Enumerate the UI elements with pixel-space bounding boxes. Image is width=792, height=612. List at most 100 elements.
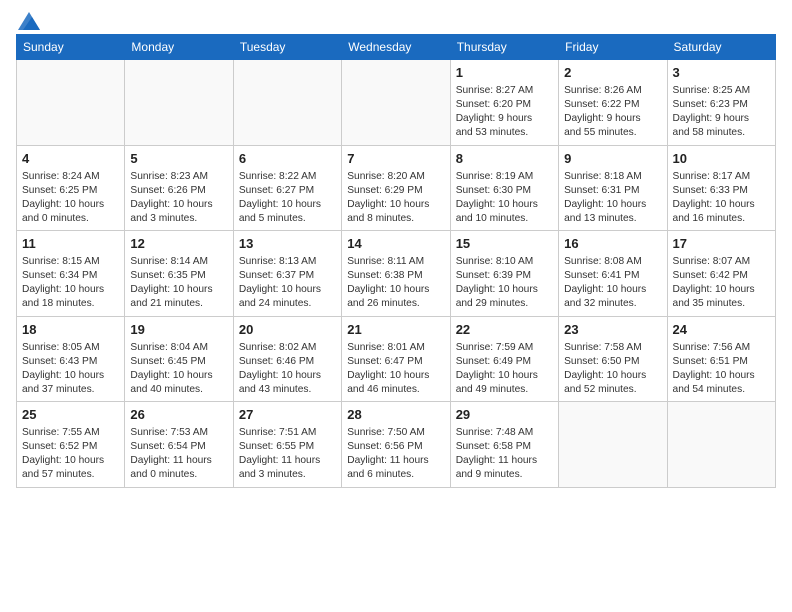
calendar-cell: 9Sunrise: 8:18 AM Sunset: 6:31 PM Daylig… xyxy=(559,145,667,231)
logo xyxy=(16,12,40,26)
day-info: Sunrise: 8:08 AM Sunset: 6:41 PM Dayligh… xyxy=(564,255,661,311)
calendar-cell: 26Sunrise: 7:53 AM Sunset: 6:54 PM Dayli… xyxy=(125,402,233,488)
day-info: Sunrise: 8:27 AM Sunset: 6:20 PM Dayligh… xyxy=(456,84,553,140)
day-number: 25 xyxy=(22,406,119,424)
calendar-cell xyxy=(233,60,341,146)
calendar-cell: 19 Sunrise: 8:04 AM Sunset: 6:45 PM Dayli… xyxy=(125,316,233,402)
calendar-cell xyxy=(559,402,667,488)
day-info: Sunrise: 7:56 AM Sunset: 6:51 PM Dayligh… xyxy=(673,341,770,397)
calendar-cell: 18Sunrise: 8:05 AM Sunset: 6:43 PM Dayli… xyxy=(17,316,125,402)
day-number: 21 xyxy=(347,321,444,339)
day-info: Sunrise: 8:19 AM Sunset: 6:30 PM Dayligh… xyxy=(456,170,553,226)
header-thursday: Thursday xyxy=(450,35,558,60)
day-info: Sunrise: 8:07 AM Sunset: 6:42 PM Dayligh… xyxy=(673,255,770,311)
day-info: Sunrise: 7:59 AM Sunset: 6:49 PM Dayligh… xyxy=(456,341,553,397)
day-info: Sunrise: 7:53 AM Sunset: 6:54 PM Dayligh… xyxy=(130,426,227,482)
day-number: 22 xyxy=(456,321,553,339)
day-info: Sunrise: 8:26 AM Sunset: 6:22 PM Dayligh… xyxy=(564,84,661,140)
calendar-table: Sunday Monday Tuesday Wednesday Thursday… xyxy=(16,34,776,488)
day-number: 16 xyxy=(564,235,661,253)
day-number: 18 xyxy=(22,321,119,339)
calendar-cell: 17 Sunrise: 8:07 AM Sunset: 6:42 PM Dayli… xyxy=(667,231,775,317)
header-friday: Friday xyxy=(559,35,667,60)
day-info: Sunrise: 7:50 AM Sunset: 6:56 PM Dayligh… xyxy=(347,426,444,482)
header-tuesday: Tuesday xyxy=(233,35,341,60)
day-info: Sunrise: 7:51 AM Sunset: 6:55 PM Dayligh… xyxy=(239,426,336,482)
day-number: 2 xyxy=(564,64,661,82)
day-number: 24 xyxy=(673,321,770,339)
day-info: Sunrise: 7:55 AM Sunset: 6:52 PM Dayligh… xyxy=(22,426,119,482)
calendar-cell: 7 Sunrise: 8:20 AM Sunset: 6:29 PM Daylig… xyxy=(342,145,450,231)
day-info: Sunrise: 8:11 AM Sunset: 6:38 PM Dayligh… xyxy=(347,255,444,311)
calendar-cell: 11 Sunrise: 8:15 AM Sunset: 6:34 PM Dayli… xyxy=(17,231,125,317)
calendar-cell: 2 Sunrise: 8:26 AM Sunset: 6:22 PM Daylig… xyxy=(559,60,667,146)
calendar-week-row: 11 Sunrise: 8:15 AM Sunset: 6:34 PM Dayli… xyxy=(17,231,776,317)
day-number: 12 xyxy=(130,235,227,253)
day-number: 15 xyxy=(456,235,553,253)
calendar-cell: 13 Sunrise: 8:13 AM Sunset: 6:37 PM Dayli… xyxy=(233,231,341,317)
calendar-cell xyxy=(667,402,775,488)
calendar-cell: 27 Sunrise: 7:51 AM Sunset: 6:55 PM Dayli… xyxy=(233,402,341,488)
calendar-cell: 22 Sunrise: 7:59 AM Sunset: 6:49 PM Dayli… xyxy=(450,316,558,402)
header-sunday: Sunday xyxy=(17,35,125,60)
calendar-cell: 12 Sunrise: 8:14 AM Sunset: 6:35 PM Dayli… xyxy=(125,231,233,317)
calendar-cell: 10 Sunrise: 8:17 AM Sunset: 6:33 PM Dayli… xyxy=(667,145,775,231)
day-number: 5 xyxy=(130,150,227,168)
day-number: 27 xyxy=(239,406,336,424)
day-info: Sunrise: 8:23 AM Sunset: 6:26 PM Dayligh… xyxy=(130,170,227,226)
day-info: Sunrise: 8:25 AM Sunset: 6:23 PM Dayligh… xyxy=(673,84,770,140)
day-info: Sunrise: 8:22 AM Sunset: 6:27 PM Dayligh… xyxy=(239,170,336,226)
day-info: Sunrise: 8:02 AM Sunset: 6:46 PM Dayligh… xyxy=(239,341,336,397)
calendar-week-row: 18Sunrise: 8:05 AM Sunset: 6:43 PM Dayli… xyxy=(17,316,776,402)
calendar-cell: 25 Sunrise: 7:55 AM Sunset: 6:52 PM Dayli… xyxy=(17,402,125,488)
day-number: 4 xyxy=(22,150,119,168)
day-number: 28 xyxy=(347,406,444,424)
day-info: Sunrise: 8:14 AM Sunset: 6:35 PM Dayligh… xyxy=(130,255,227,311)
header-saturday: Saturday xyxy=(667,35,775,60)
day-info: Sunrise: 8:04 AM Sunset: 6:45 PM Dayligh… xyxy=(130,341,227,397)
day-number: 14 xyxy=(347,235,444,253)
day-info: Sunrise: 8:24 AM Sunset: 6:25 PM Dayligh… xyxy=(22,170,119,226)
calendar-cell: 3 Sunrise: 8:25 AM Sunset: 6:23 PM Daylig… xyxy=(667,60,775,146)
day-info: Sunrise: 8:20 AM Sunset: 6:29 PM Dayligh… xyxy=(347,170,444,226)
day-number: 29 xyxy=(456,406,553,424)
calendar-cell: 20 Sunrise: 8:02 AM Sunset: 6:46 PM Dayli… xyxy=(233,316,341,402)
day-number: 13 xyxy=(239,235,336,253)
calendar-cell: 29 Sunrise: 7:48 AM Sunset: 6:58 PM Dayli… xyxy=(450,402,558,488)
header-wednesday: Wednesday xyxy=(342,35,450,60)
calendar-cell: 14 Sunrise: 8:11 AM Sunset: 6:38 PM Dayli… xyxy=(342,231,450,317)
calendar-week-row: 1 Sunrise: 8:27 AM Sunset: 6:20 PM Daylig… xyxy=(17,60,776,146)
day-info: Sunrise: 8:13 AM Sunset: 6:37 PM Dayligh… xyxy=(239,255,336,311)
day-info: Sunrise: 8:15 AM Sunset: 6:34 PM Dayligh… xyxy=(22,255,119,311)
day-info: Sunrise: 8:10 AM Sunset: 6:39 PM Dayligh… xyxy=(456,255,553,311)
calendar-cell: 4 Sunrise: 8:24 AM Sunset: 6:25 PM Daylig… xyxy=(17,145,125,231)
day-info: Sunrise: 8:17 AM Sunset: 6:33 PM Dayligh… xyxy=(673,170,770,226)
day-number: 9 xyxy=(564,150,661,168)
calendar-cell: 28 Sunrise: 7:50 AM Sunset: 6:56 PM Dayli… xyxy=(342,402,450,488)
calendar-cell: 1 Sunrise: 8:27 AM Sunset: 6:20 PM Daylig… xyxy=(450,60,558,146)
day-info: Sunrise: 7:48 AM Sunset: 6:58 PM Dayligh… xyxy=(456,426,553,482)
day-number: 19 xyxy=(130,321,227,339)
day-number: 11 xyxy=(22,235,119,253)
calendar-cell: 23Sunrise: 7:58 AM Sunset: 6:50 PM Dayli… xyxy=(559,316,667,402)
calendar-cell: 24 Sunrise: 7:56 AM Sunset: 6:51 PM Dayli… xyxy=(667,316,775,402)
day-number: 6 xyxy=(239,150,336,168)
day-info: Sunrise: 8:01 AM Sunset: 6:47 PM Dayligh… xyxy=(347,341,444,397)
day-number: 3 xyxy=(673,64,770,82)
header-monday: Monday xyxy=(125,35,233,60)
day-number: 1 xyxy=(456,64,553,82)
calendar-cell: 21 Sunrise: 8:01 AM Sunset: 6:47 PM Dayli… xyxy=(342,316,450,402)
calendar-cell xyxy=(17,60,125,146)
logo-icon xyxy=(18,12,40,30)
calendar-cell: 6 Sunrise: 8:22 AM Sunset: 6:27 PM Daylig… xyxy=(233,145,341,231)
day-number: 10 xyxy=(673,150,770,168)
day-number: 17 xyxy=(673,235,770,253)
calendar-week-row: 4 Sunrise: 8:24 AM Sunset: 6:25 PM Daylig… xyxy=(17,145,776,231)
calendar-week-row: 25 Sunrise: 7:55 AM Sunset: 6:52 PM Dayli… xyxy=(17,402,776,488)
calendar-cell xyxy=(342,60,450,146)
day-number: 20 xyxy=(239,321,336,339)
day-number: 7 xyxy=(347,150,444,168)
day-number: 8 xyxy=(456,150,553,168)
calendar-cell: 5 Sunrise: 8:23 AM Sunset: 6:26 PM Daylig… xyxy=(125,145,233,231)
calendar-cell: 8 Sunrise: 8:19 AM Sunset: 6:30 PM Daylig… xyxy=(450,145,558,231)
